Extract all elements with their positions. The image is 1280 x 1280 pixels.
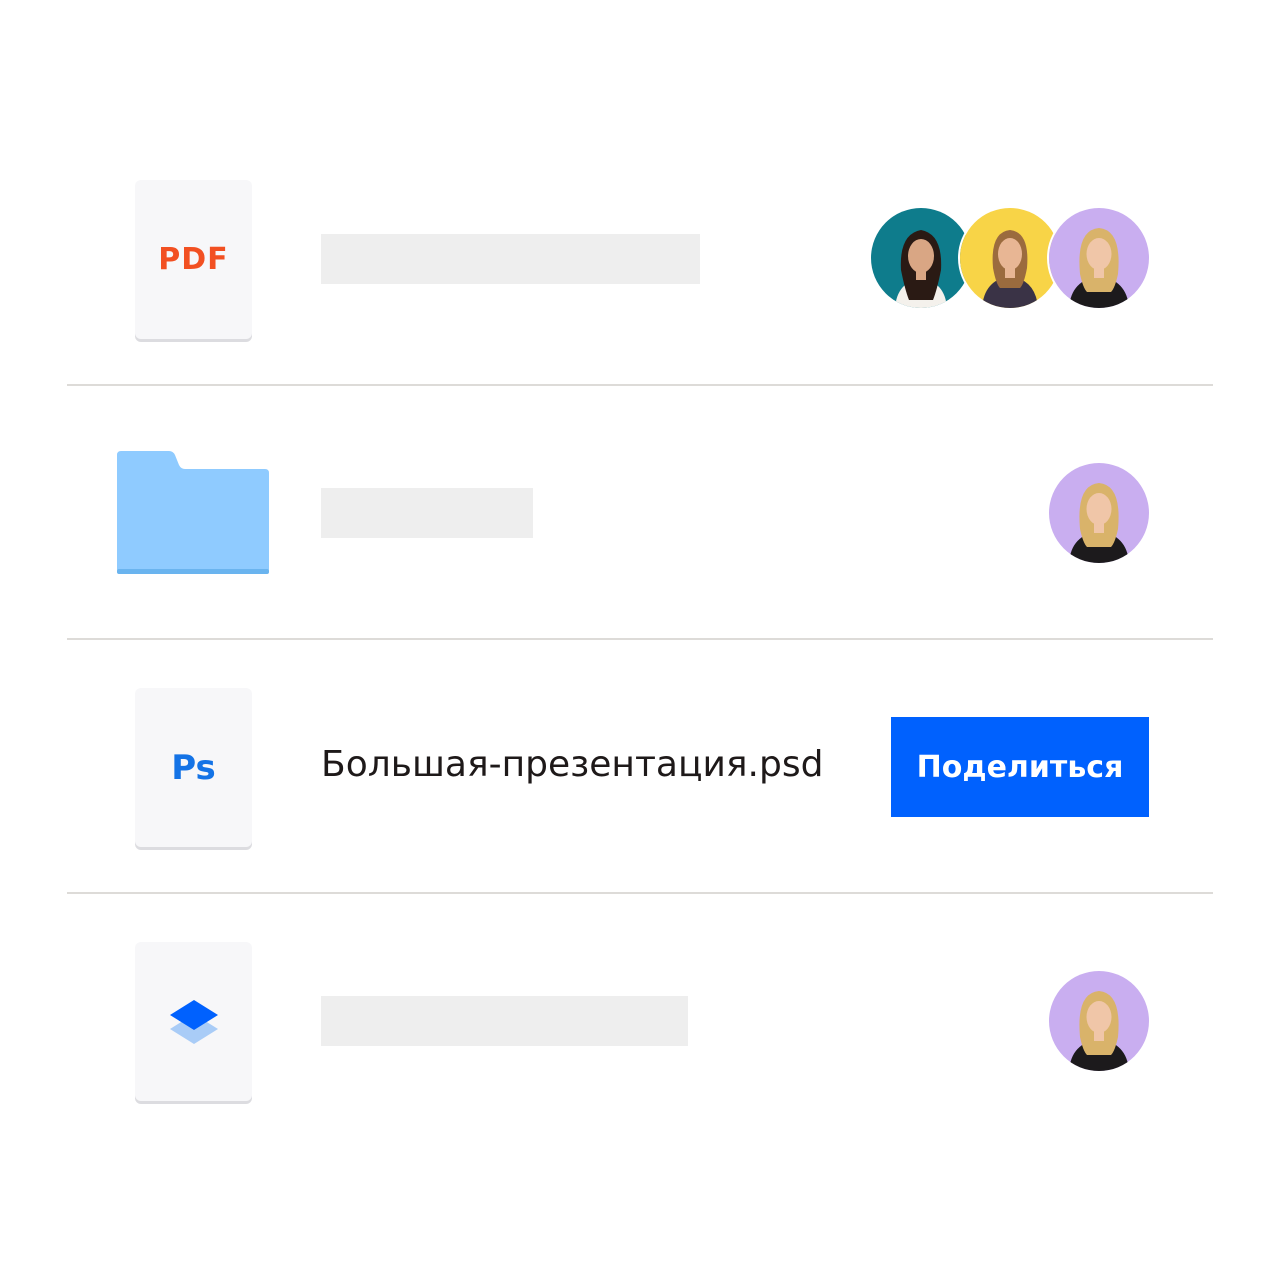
file-name-placeholder bbox=[321, 488, 533, 538]
pdf-file-icon: PDF bbox=[135, 180, 252, 339]
photoshop-file-icon: Ps bbox=[135, 688, 252, 847]
folder-icon bbox=[117, 451, 270, 575]
file-row-pdf[interactable]: PDF bbox=[67, 130, 1213, 384]
pdf-type-label: PDF bbox=[158, 242, 229, 277]
file-name-placeholder bbox=[321, 996, 688, 1046]
file-name-placeholder bbox=[321, 234, 700, 284]
avatar-lavender bbox=[1047, 206, 1151, 310]
file-row-paper[interactable] bbox=[67, 893, 1213, 1147]
avatar-lavender bbox=[1047, 969, 1151, 1073]
dropbox-paper-file-icon bbox=[135, 942, 252, 1101]
ps-type-label: Ps bbox=[171, 747, 216, 788]
file-row-folder[interactable] bbox=[67, 385, 1213, 639]
share-button[interactable]: Поделиться bbox=[891, 717, 1149, 817]
file-name: Большая-презентация.psd bbox=[321, 744, 824, 785]
avatar-lavender bbox=[1047, 461, 1151, 565]
dropbox-paper-icon bbox=[169, 999, 218, 1044]
file-row-psd[interactable]: Ps Большая-презентация.psd Поделиться bbox=[67, 639, 1213, 893]
